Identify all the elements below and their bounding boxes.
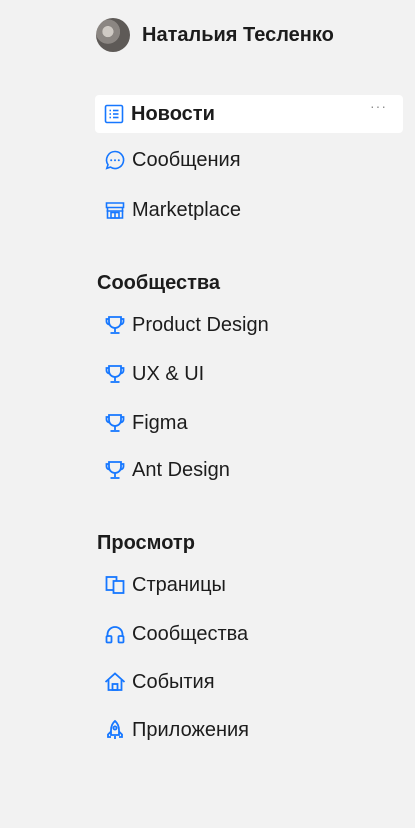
community-label: UX & UI (132, 362, 205, 385)
message-icon (104, 149, 126, 171)
nav-item-label: Новости (131, 102, 215, 125)
nav-item-label: Marketplace (132, 198, 241, 221)
headphones-icon (104, 623, 126, 645)
left-sidebar: Натальия Тесленко Новости ··· Сообщения (0, 0, 415, 828)
browse-item-label: События (132, 670, 215, 693)
community-ant-design[interactable]: Ant Design (96, 452, 230, 488)
browse-section-title: Просмотр (97, 532, 195, 554)
trophy-icon (104, 363, 126, 385)
home-icon (104, 671, 126, 693)
browse-item-communities[interactable]: Сообщества (96, 616, 248, 652)
community-figma[interactable]: Figma (96, 405, 188, 441)
nav-item-news[interactable]: Новости ··· (95, 95, 403, 133)
more-options-icon[interactable]: ··· (370, 99, 387, 113)
browse-item-events[interactable]: События (96, 664, 215, 700)
nav-item-marketplace[interactable]: Marketplace (96, 192, 241, 228)
browse-item-label: Сообщества (132, 622, 249, 645)
communities-section-title: Сообщества (97, 272, 221, 294)
profile-name: Натальия Тесленко (142, 23, 334, 46)
browse-item-label: Страницы (132, 573, 226, 596)
community-product-design[interactable]: Product Design (96, 307, 269, 343)
nav-item-label: Сообщения (132, 148, 241, 171)
community-label: Figma (132, 411, 188, 434)
rocket-icon (104, 719, 126, 741)
community-ux-ui[interactable]: UX & UI (96, 356, 204, 392)
nav-item-messages[interactable]: Сообщения (96, 142, 241, 178)
trophy-icon (104, 412, 126, 434)
pages-icon (104, 574, 126, 596)
avatar (96, 18, 130, 52)
community-label: Product Design (132, 313, 269, 336)
community-label: Ant Design (132, 458, 230, 481)
browse-item-apps[interactable]: Приложения (96, 712, 249, 748)
browse-item-pages[interactable]: Страницы (96, 567, 226, 603)
trophy-icon (104, 314, 126, 336)
profile-link[interactable]: Натальия Тесленко (96, 18, 334, 52)
trophy-icon (104, 459, 126, 481)
browse-item-label: Приложения (132, 718, 250, 741)
news-icon (103, 103, 125, 125)
shop-icon (104, 199, 126, 221)
